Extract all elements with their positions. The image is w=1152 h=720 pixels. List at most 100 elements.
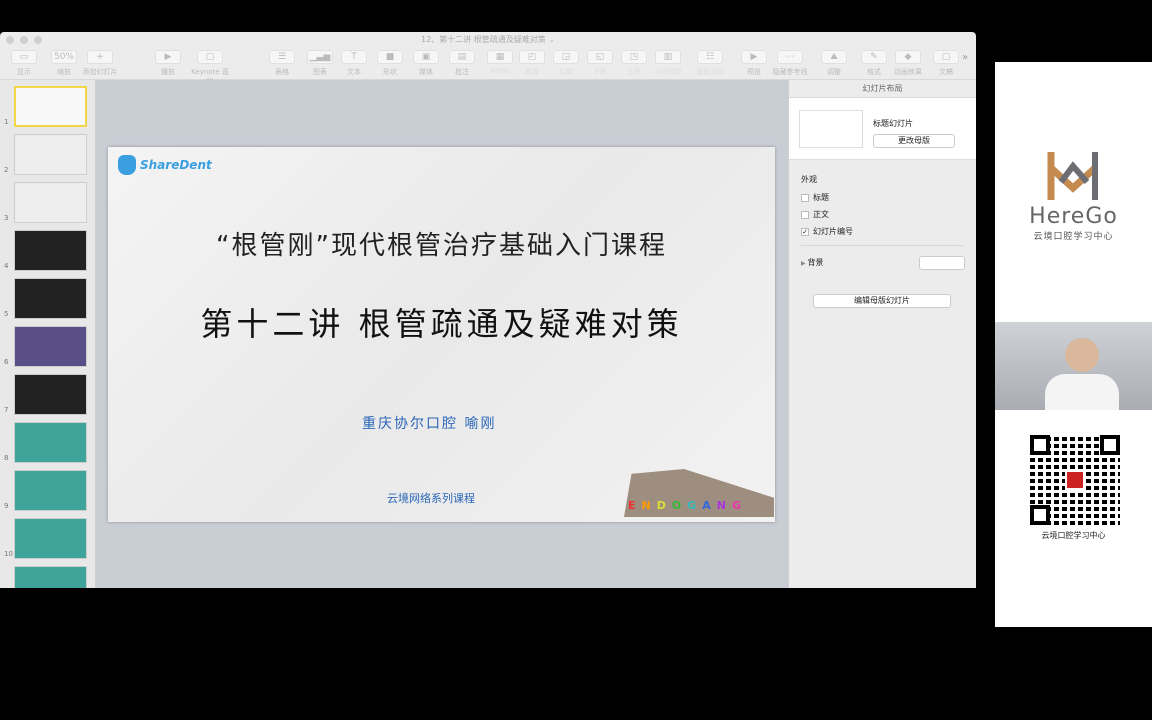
slide-number: 5 [4, 310, 9, 318]
checkbox-0[interactable]: 标题 [801, 192, 829, 203]
up-icon: ◳ [621, 50, 647, 64]
toolbar-shape-button[interactable]: ■ 形状 [370, 50, 410, 77]
qr-finder [1030, 435, 1050, 455]
more-toolbar-button[interactable]: » [962, 52, 968, 63]
slide-number: 3 [4, 214, 9, 222]
slide-thumbnail[interactable] [14, 182, 87, 223]
hspace-icon: ▥ [655, 50, 681, 64]
slide-number: 4 [4, 262, 9, 270]
edit-master-button[interactable]: 编辑母版幻灯片 [813, 294, 951, 308]
close-button[interactable] [6, 36, 14, 44]
toolbar-document-button[interactable]: ▢ 文稿 [926, 50, 966, 77]
slide-number: 7 [4, 406, 9, 414]
zoom-button[interactable] [34, 36, 42, 44]
toolbar-vspace-button[interactable]: ☷ 垂直间距 [690, 50, 730, 77]
animate-icon: ◆ [895, 50, 921, 64]
current-slide[interactable]: ShareDent “根管刚”现代根管治疗基础入门课程 第十二讲 根管疏通及疑难… [108, 147, 775, 522]
chart-icon: ▁▃▅ [307, 50, 333, 64]
slide-thumbnail[interactable] [14, 566, 87, 588]
change-master-button[interactable]: 更改母版 [873, 134, 955, 148]
document-icon: ▢ [933, 50, 959, 64]
master-preview[interactable] [799, 110, 863, 148]
preview-icon: ▶ [741, 50, 767, 64]
slide-course-title[interactable]: “根管刚”现代根管治疗基础入门课程 [108, 225, 775, 262]
toolbar-hspace-button[interactable]: ▥ 平行间距 [648, 50, 688, 77]
herego-logo-icon [1047, 152, 1098, 200]
checkmark-icon[interactable]: ✓ [801, 227, 809, 236]
slide-thumbnail[interactable] [14, 470, 87, 511]
slide-author[interactable]: 重庆协尔口腔 喻刚 [362, 413, 496, 433]
front-icon: ◰ [519, 50, 545, 64]
slide-thumbnail[interactable] [14, 422, 87, 463]
slide-lecture-title[interactable]: 第十二讲 根管疏通及疑难对策 [108, 299, 775, 345]
adjust-icon: ⛰ [821, 50, 847, 64]
toolbar-media-button[interactable]: ▣ 媒体 [406, 50, 446, 77]
play-icon: ▶ [155, 50, 181, 64]
slide-canvas[interactable]: ShareDent “根管刚”现代根管治疗基础入门课程 第十二讲 根管疏通及疑难… [96, 80, 788, 588]
background-color-well[interactable] [919, 256, 965, 270]
slide-thumbnail[interactable] [14, 134, 87, 175]
slide-navigator[interactable]: 1 2 3 4 5 6 7 8 9 10 [0, 80, 96, 588]
toolbar-adjust-button[interactable]: ⛰ 调整 [814, 50, 854, 77]
slide-thumbnail[interactable] [14, 86, 87, 127]
media-icon: ▣ [413, 50, 439, 64]
guides-icon: ⋯ [777, 50, 803, 64]
brand-name: HereGo [1029, 204, 1118, 229]
webcam-feed [995, 322, 1152, 410]
down-icon: ◱ [587, 50, 613, 64]
toolbar-guides-button[interactable]: ⋯ 隐藏参考线 [770, 50, 810, 77]
toolbar-play-button[interactable]: ▶ 播放 [148, 50, 188, 77]
slide-thumbnail[interactable] [14, 374, 87, 415]
background-disclosure[interactable]: ▶ 背景 [801, 257, 824, 268]
slide-thumbnail[interactable] [14, 278, 87, 319]
qr-finder [1100, 435, 1120, 455]
checkbox-icon[interactable] [801, 193, 809, 202]
slide-number: 1 [4, 118, 9, 126]
checkbox-1[interactable]: 正文 [801, 209, 829, 220]
slide-series[interactable]: 云境网络系列课程 [387, 490, 475, 506]
toolbar-zoom-button[interactable]: 50% 缩放 [44, 50, 84, 77]
view-icon: ▭ [11, 50, 37, 64]
toolbar-plus-button[interactable]: + 添加幻灯片 [80, 50, 120, 77]
appearance-heading: 外观 [801, 175, 817, 184]
qr-finder [1030, 505, 1050, 525]
minimize-button[interactable] [20, 36, 28, 44]
shape-icon: ■ [377, 50, 403, 64]
presenter [1065, 338, 1099, 372]
table-icon: ☰ [269, 50, 295, 64]
toolbar: ▭显示50%缩放+添加幻灯片▶播放▢Keynote 直播☰表格▁▃▅图表T文本■… [0, 48, 976, 86]
title-bar: 12、第十二讲 根管疏通及疑难对策 ⌄ [0, 32, 976, 48]
checkbox-icon[interactable] [801, 210, 809, 219]
endogang-logo: ENDOGANG [628, 499, 748, 512]
tooth-icon [118, 155, 136, 175]
slide-number: 9 [4, 502, 9, 510]
inspector-panel: 幻灯片布局 标题幻灯片 更改母版 外观 标题 正文 ✓ 幻灯片编号 ▶ 背景 编辑母版… [788, 80, 976, 588]
toolbar-animate-button[interactable]: ◆ 动画效果 [888, 50, 928, 77]
slide-number: 10 [4, 550, 13, 558]
slide-thumbnail[interactable] [14, 326, 87, 367]
slide-number: 6 [4, 358, 9, 366]
alpha-icon: ▦ [487, 50, 513, 64]
zoom-icon: 50% [51, 50, 77, 64]
keynote-window: 12、第十二讲 根管疏通及疑难对策 ⌄ ▭ 显示 50% 缩放 + 添加幻灯片 ▶ 播放 ▢ Ke… [0, 32, 976, 588]
slide-thumbnail[interactable] [14, 230, 87, 271]
toolbar-view-button[interactable]: ▭ 显示 [4, 50, 44, 77]
toolbar-table-button[interactable]: ☰ 表格 [262, 50, 302, 77]
toolbar-text-button[interactable]: T 文本 [334, 50, 374, 77]
sharedent-logo: ShareDent [118, 155, 212, 175]
toolbar-comment-button[interactable]: ▤ 批注 [442, 50, 482, 77]
document-title[interactable]: 12、第十二讲 根管疏通及疑难对策 [421, 35, 546, 44]
toolbar-preview-button[interactable]: ▶ 预览 [734, 50, 774, 77]
format-icon: ✎ [861, 50, 887, 64]
checkbox-2[interactable]: ✓ 幻灯片编号 [801, 226, 853, 237]
slide-thumbnail[interactable] [14, 518, 87, 559]
brand-subtitle: 云境口腔学习中心 [1033, 232, 1114, 242]
qr-center-logo [1065, 470, 1085, 490]
text-icon: T [341, 50, 367, 64]
inspector-header: 幻灯片布局 [789, 80, 976, 98]
slide-number: 8 [4, 454, 9, 462]
back-icon: ◲ [553, 50, 579, 64]
live-icon: ▢ [197, 50, 223, 64]
qr-caption: 云境口腔学习中心 [1041, 531, 1106, 540]
slide-number: 2 [4, 166, 9, 174]
